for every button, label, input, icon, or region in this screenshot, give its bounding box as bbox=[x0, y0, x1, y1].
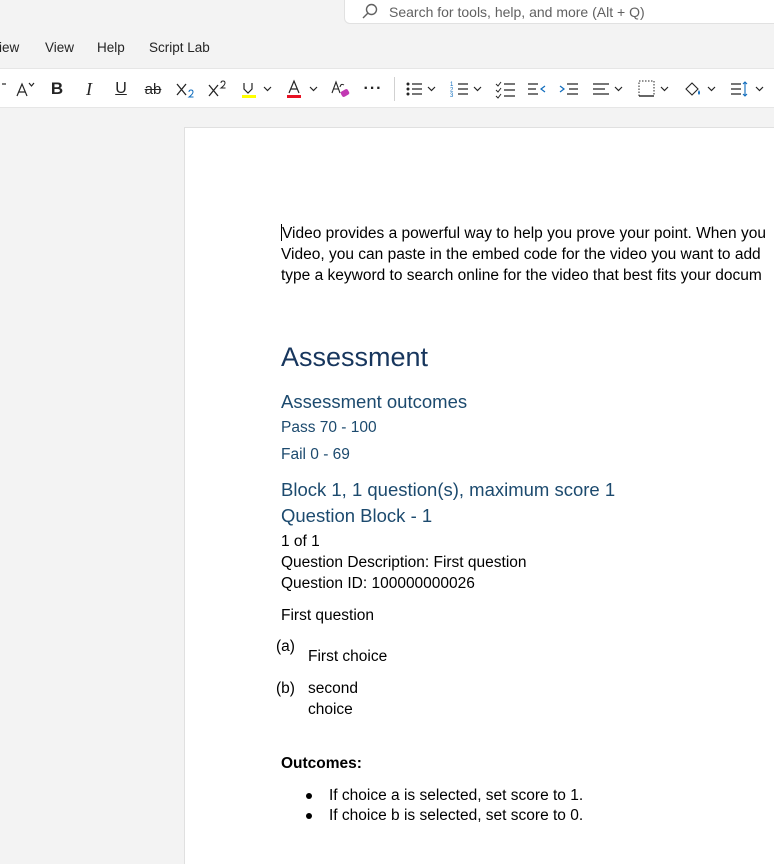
outcomes-label: Outcomes: bbox=[281, 755, 362, 772]
ribbon-toolbar: B I U ab ··· 1 2 3 bbox=[0, 68, 774, 108]
paint-bucket-icon bbox=[685, 82, 716, 96]
decrease-indent-icon bbox=[528, 83, 546, 95]
menu-bar: iew View Help Script Lab bbox=[0, 34, 774, 62]
line-spacing-icon bbox=[731, 81, 764, 97]
svg-text:3: 3 bbox=[450, 93, 454, 99]
underline-button[interactable]: U bbox=[110, 77, 132, 101]
highlighter-icon bbox=[242, 83, 272, 98]
borders-button[interactable] bbox=[636, 77, 674, 101]
outcome-item-2: If choice b is selected, set score to 0. bbox=[329, 807, 584, 824]
question-description: Question Description: First question bbox=[281, 554, 527, 571]
choice-b-label: (b) bbox=[276, 680, 295, 697]
checklist-icon bbox=[495, 81, 515, 99]
heading-block: Block 1, 1 question(s), maximum score 1 bbox=[281, 479, 616, 500]
font-grow-icon bbox=[16, 82, 35, 97]
search-box[interactable]: Search for tools, help, and more (Alt + … bbox=[344, 0, 774, 24]
superscript-button[interactable] bbox=[206, 77, 230, 101]
align-left-icon bbox=[593, 83, 623, 95]
font-size-decrease-button[interactable] bbox=[0, 77, 8, 101]
choice-a-label: (a) bbox=[276, 638, 295, 655]
font-color-icon bbox=[287, 79, 318, 98]
question-id: Question ID: 100000000026 bbox=[281, 575, 475, 592]
font-size-increase-button[interactable] bbox=[14, 77, 38, 101]
subscript-icon bbox=[176, 83, 194, 98]
search-placeholder: Search for tools, help, and more (Alt + … bbox=[389, 4, 645, 20]
choice-b-text-line-1: second bbox=[308, 680, 358, 697]
heading-question-block: Question Block - 1 bbox=[281, 505, 433, 526]
superscript-icon bbox=[208, 80, 226, 97]
bullet-marker bbox=[306, 813, 312, 819]
question-text: First question bbox=[281, 607, 375, 624]
question-count: 1 of 1 bbox=[281, 533, 320, 550]
intro-paragraph-line-1: Video provides a powerful way to help yo… bbox=[281, 223, 766, 244]
clear-formatting-button[interactable] bbox=[330, 77, 352, 101]
heading-assessment: Assessment bbox=[281, 342, 429, 372]
font-color-button[interactable] bbox=[285, 77, 321, 101]
line-spacing-button[interactable] bbox=[728, 77, 770, 101]
bullets-button[interactable] bbox=[402, 77, 440, 101]
increase-indent-button[interactable] bbox=[558, 77, 580, 101]
bullet-marker bbox=[306, 793, 312, 799]
subscript-button[interactable] bbox=[174, 77, 198, 101]
checklist-button[interactable] bbox=[494, 77, 518, 101]
numbered-list-icon: 1 2 3 bbox=[450, 82, 482, 99]
intro-line-text: Video provides a powerful way to help yo… bbox=[282, 225, 766, 242]
highlight-button[interactable] bbox=[240, 77, 274, 101]
tab-script-lab[interactable]: Script Lab bbox=[149, 40, 210, 55]
clear-formatting-icon bbox=[331, 80, 350, 97]
title-bar: Search for tools, help, and more (Alt + … bbox=[0, 0, 774, 34]
bold-button[interactable]: B bbox=[46, 77, 68, 101]
italic-button[interactable]: I bbox=[78, 77, 100, 101]
more-options-button[interactable]: ··· bbox=[360, 77, 386, 101]
search-icon bbox=[362, 3, 378, 19]
pass-range: Pass 70 - 100 bbox=[281, 419, 377, 436]
outcome-item-1: If choice a is selected, set score to 1. bbox=[329, 787, 584, 804]
choice-a-text: First choice bbox=[308, 648, 388, 665]
bullet-list-icon bbox=[406, 82, 436, 96]
heading-assessment-outcomes: Assessment outcomes bbox=[281, 391, 468, 412]
decrease-indent-button[interactable] bbox=[526, 77, 548, 101]
choice-b-text-line-2: choice bbox=[308, 701, 353, 718]
increase-indent-icon bbox=[559, 83, 578, 95]
strikethrough-button[interactable]: ab bbox=[141, 77, 165, 101]
tab-help[interactable]: Help bbox=[97, 40, 125, 55]
intro-paragraph-line-2: Video, you can paste in the embed code f… bbox=[281, 246, 761, 263]
ribbon-separator bbox=[394, 77, 395, 101]
align-button[interactable] bbox=[590, 77, 628, 101]
tab-view[interactable]: View bbox=[45, 40, 74, 55]
tab-review[interactable]: iew bbox=[0, 40, 19, 55]
intro-paragraph-line-3: type a keyword to search online for the … bbox=[281, 267, 762, 284]
numbering-button[interactable]: 1 2 3 bbox=[448, 77, 486, 101]
borders-icon bbox=[638, 80, 669, 97]
fail-range: Fail 0 - 69 bbox=[281, 446, 350, 463]
shading-button[interactable] bbox=[682, 77, 722, 101]
